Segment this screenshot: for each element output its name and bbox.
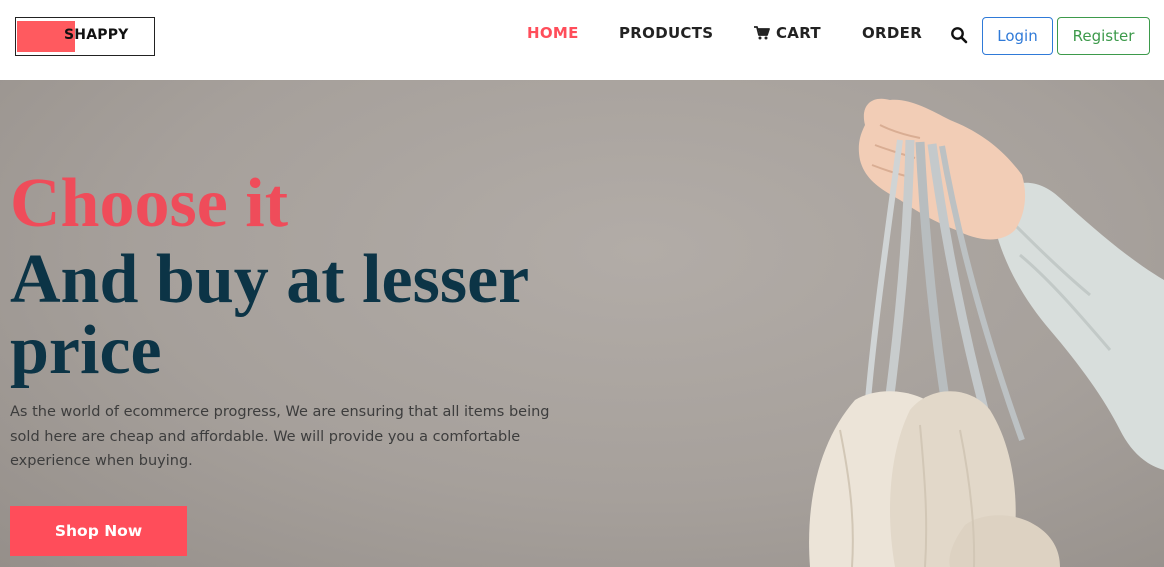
register-button[interactable]: Register [1057,17,1150,55]
hero-headline: And buy at lesser price [10,241,528,389]
logo-text: SHAPPY [64,27,129,43]
nav-products[interactable]: PRODUCTS [619,24,713,42]
nav-cart[interactable]: CART [754,24,821,42]
login-button[interactable]: Login [982,17,1053,55]
site-header: SHAPPY HOME PRODUCTS CART ORDER Login Re… [0,0,1164,80]
hero-banner: Choose it And buy at lesser price As the… [0,80,1164,567]
nav-order[interactable]: ORDER [862,24,922,42]
hero-description: As the world of ecommerce progress, We a… [10,404,550,469]
logo[interactable]: SHAPPY [15,17,155,56]
cart-icon [754,26,770,40]
hero-image [809,98,1164,567]
search-icon[interactable] [950,26,968,44]
hero-headline-accent: Choose it [10,165,289,242]
shop-now-button[interactable]: Shop Now [10,506,187,556]
nav-home[interactable]: HOME [527,24,579,42]
nav-cart-label: CART [776,24,821,42]
